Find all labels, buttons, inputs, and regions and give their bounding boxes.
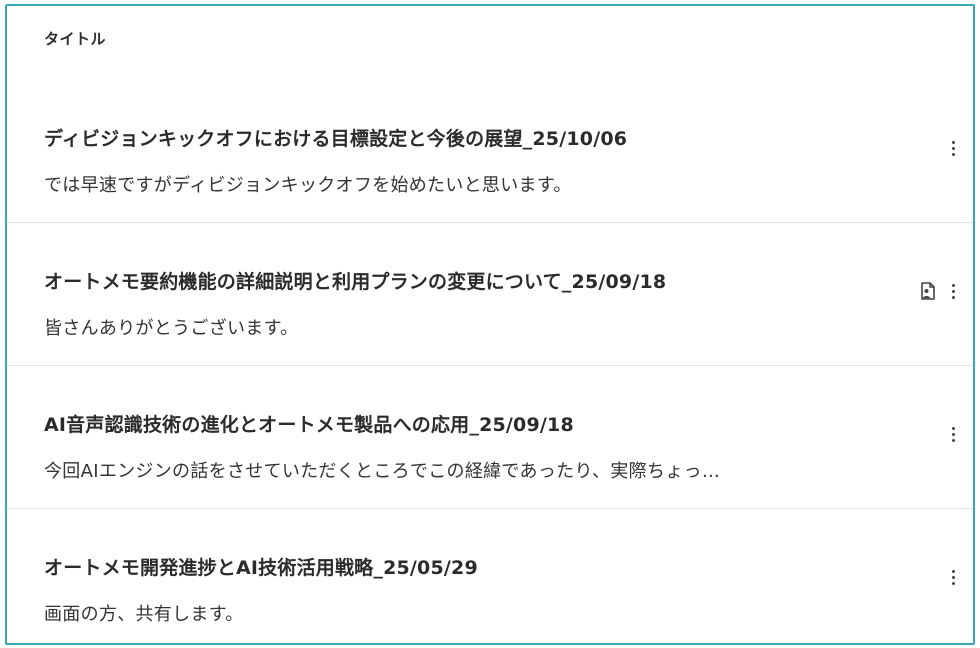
item-title: オートメモ要約機能の詳細説明と利用プランの変更について_25/09/18 <box>44 271 667 293</box>
item-actions <box>945 565 961 589</box>
list-item[interactable]: オートメモ開発進捗とAI技術活用戦略_25/05/29 画面の方、共有します。 <box>7 509 973 643</box>
item-snippet: 今回AIエンジンの話をさせていただくところでこの経緯であったり、実際ちょっ… <box>44 461 721 482</box>
more-vertical-icon[interactable] <box>945 136 961 160</box>
recording-list: ディビジョンキックオフにおける目標設定と今後の展望_25/10/06 では早速で… <box>7 80 973 643</box>
item-actions <box>945 422 961 446</box>
more-vertical-icon[interactable] <box>945 279 961 303</box>
item-actions <box>917 279 961 303</box>
recording-list-panel: タイトル ディビジョンキックオフにおける目標設定と今後の展望_25/10/06 … <box>5 4 975 645</box>
column-header-title: タイトル <box>44 29 107 48</box>
list-item[interactable]: オートメモ要約機能の詳細説明と利用プランの変更について_25/09/18 皆さん… <box>7 223 973 366</box>
item-title: AI音声認識技術の進化とオートメモ製品への応用_25/09/18 <box>44 414 574 436</box>
item-snippet: 皆さんありがとうございます。 <box>44 318 299 339</box>
list-item[interactable]: AI音声認識技術の進化とオートメモ製品への応用_25/09/18 今回AIエンジ… <box>7 366 973 509</box>
item-snippet: では早速ですがディビジョンキックオフを始めたいと思います。 <box>44 175 572 196</box>
item-snippet: 画面の方、共有します。 <box>44 604 244 625</box>
document-user-icon[interactable] <box>917 280 939 302</box>
list-item[interactable]: ディビジョンキックオフにおける目標設定と今後の展望_25/10/06 では早速で… <box>7 80 973 223</box>
item-title: ディビジョンキックオフにおける目標設定と今後の展望_25/10/06 <box>44 128 628 150</box>
more-vertical-icon[interactable] <box>945 422 961 446</box>
item-actions <box>945 136 961 160</box>
more-vertical-icon[interactable] <box>945 565 961 589</box>
item-title: オートメモ開発進捗とAI技術活用戦略_25/05/29 <box>44 557 478 579</box>
